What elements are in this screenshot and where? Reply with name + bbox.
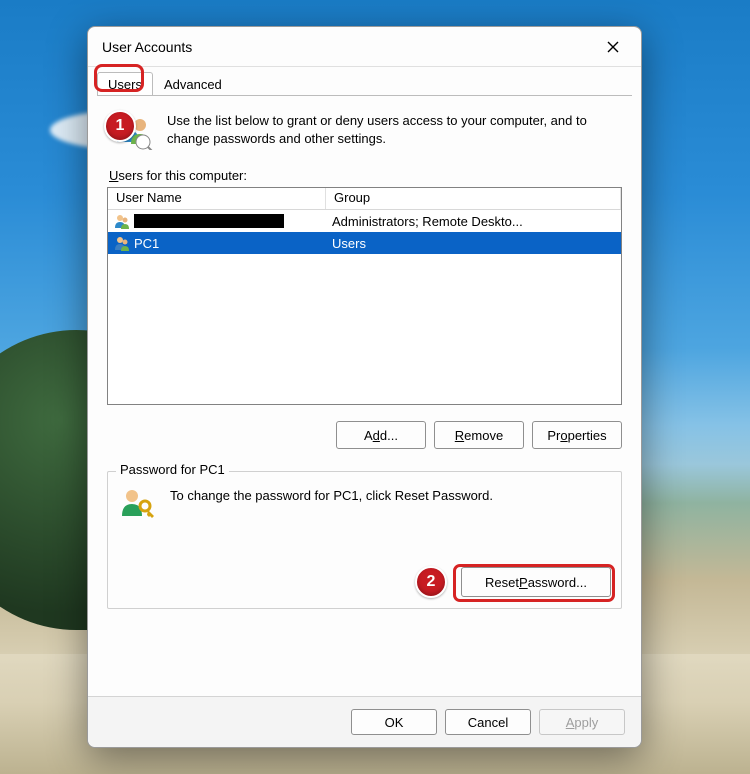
redacted-username: [134, 214, 284, 228]
cancel-button[interactable]: Cancel: [445, 709, 531, 735]
titlebar: User Accounts: [88, 27, 641, 67]
column-username[interactable]: User Name: [108, 188, 326, 209]
listview-body: Administrators; Remote Deskto... PC1 Use…: [108, 210, 621, 404]
groupbox-title: Password for PC1: [116, 462, 229, 477]
user-icon: [114, 213, 130, 229]
user-icon: [114, 235, 130, 251]
tab-advanced[interactable]: Advanced: [153, 72, 233, 95]
table-row[interactable]: PC1 Users: [108, 232, 621, 254]
add-button[interactable]: Add...: [336, 421, 426, 449]
ok-button[interactable]: OK: [351, 709, 437, 735]
tabstrip: Users Advanced: [88, 67, 641, 95]
password-groupbox: Password for PC1 To change the password …: [107, 471, 622, 609]
properties-button[interactable]: Properties: [532, 421, 622, 449]
intro-text: Use the list below to grant or deny user…: [167, 110, 616, 150]
reset-password-button[interactable]: Reset Password...: [461, 567, 611, 597]
annotation-callout-2: 2: [415, 566, 447, 598]
annotation-callout-1: 1: [104, 110, 136, 142]
users-list-label: Users for this computer:: [109, 168, 622, 183]
remove-button[interactable]: Remove: [434, 421, 524, 449]
tab-panel-users: Use the list below to grant or deny user…: [97, 95, 632, 696]
tab-users[interactable]: Users: [97, 72, 153, 95]
cell-group: Users: [326, 236, 621, 251]
user-action-buttons: Add... Remove Properties: [107, 421, 622, 449]
password-icon: [120, 486, 156, 522]
dialog-footer: OK Cancel Apply: [88, 696, 641, 747]
window-title: User Accounts: [102, 39, 591, 55]
cell-username: PC1: [134, 236, 159, 251]
listview-header: User Name Group: [108, 188, 621, 210]
table-row[interactable]: Administrators; Remote Deskto...: [108, 210, 621, 232]
close-button[interactable]: [591, 32, 635, 62]
column-group[interactable]: Group: [326, 188, 621, 209]
close-icon: [607, 41, 619, 53]
cell-group: Administrators; Remote Deskto...: [326, 214, 621, 229]
intro-row: Use the list below to grant or deny user…: [113, 110, 616, 150]
apply-button[interactable]: Apply: [539, 709, 625, 735]
users-listview[interactable]: User Name Group Administrators; Remote D…: [107, 187, 622, 405]
password-instruction-text: To change the password for PC1, click Re…: [170, 486, 493, 522]
user-accounts-dialog: User Accounts 1 Users Advanced Use the l…: [87, 26, 642, 748]
